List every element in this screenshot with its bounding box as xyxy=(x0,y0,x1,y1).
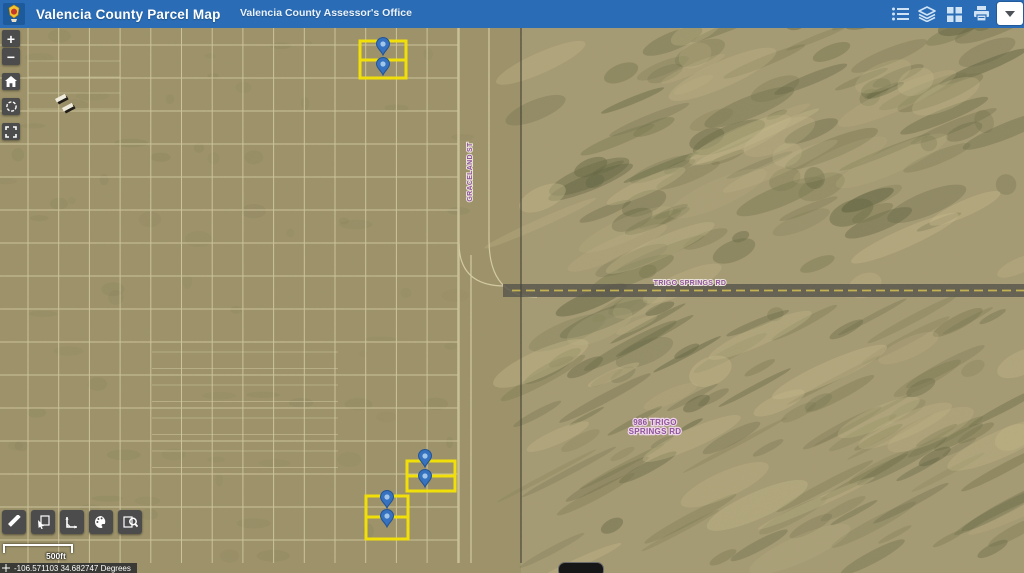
coordinate-status-bar: -106.571103 34.682747 Degrees xyxy=(0,563,137,573)
app-header: Valencia County Parcel Map Valencia Coun… xyxy=(0,0,1024,28)
search-document-tool-button[interactable] xyxy=(118,510,142,534)
zoom-out-button[interactable]: − xyxy=(2,48,20,65)
basemap-icon[interactable] xyxy=(945,5,963,23)
palette-icon xyxy=(94,515,108,529)
parcel-map-app: TRIGO SPRINGS RDGRACELAND ST986 TRIGOSPR… xyxy=(0,0,1024,573)
fullscreen-icon xyxy=(5,126,17,138)
header-dropdown-button[interactable] xyxy=(997,2,1023,25)
page-title: Valencia County Parcel Map xyxy=(36,7,221,22)
layers-icon[interactable] xyxy=(918,5,936,23)
print-icon[interactable] xyxy=(972,5,990,23)
locate-icon xyxy=(5,100,18,113)
header-toolbar xyxy=(891,0,990,28)
measure-angle-icon xyxy=(65,515,79,529)
locate-button[interactable] xyxy=(2,98,20,115)
cutoff-overview-widget[interactable] xyxy=(558,562,604,573)
scale-bar-label: 500ft xyxy=(46,551,66,561)
measure-tool-button[interactable] xyxy=(60,510,84,534)
map-navigation-controls: + − xyxy=(2,30,20,140)
map-pointer-icon xyxy=(36,515,50,529)
home-button[interactable] xyxy=(2,73,20,90)
county-seal-logo xyxy=(0,0,28,28)
coordinates-readout: -106.571103 34.682747 Degrees xyxy=(14,564,131,573)
zoom-in-button[interactable]: + xyxy=(2,30,20,47)
legend-icon[interactable] xyxy=(891,5,909,23)
aerial-map[interactable]: TRIGO SPRINGS RDGRACELAND ST986 TRIGOSPR… xyxy=(0,0,1024,573)
chevron-down-icon xyxy=(1005,11,1015,17)
parcel-select-tool-button[interactable] xyxy=(31,510,55,534)
map-tools-toolbar xyxy=(2,510,142,534)
palette-tool-button[interactable] xyxy=(89,510,113,534)
search-document-icon xyxy=(123,515,138,529)
header-subtitle: Valencia County Assessor's Office xyxy=(240,7,412,19)
map-canvas[interactable]: TRIGO SPRINGS RDGRACELAND ST986 TRIGOSPR… xyxy=(0,0,1024,573)
fullscreen-button[interactable] xyxy=(2,123,20,140)
pencil-icon xyxy=(7,515,21,529)
home-icon xyxy=(5,76,17,87)
pencil-draw-tool-button[interactable] xyxy=(2,510,26,534)
crosshair-icon xyxy=(2,564,10,572)
